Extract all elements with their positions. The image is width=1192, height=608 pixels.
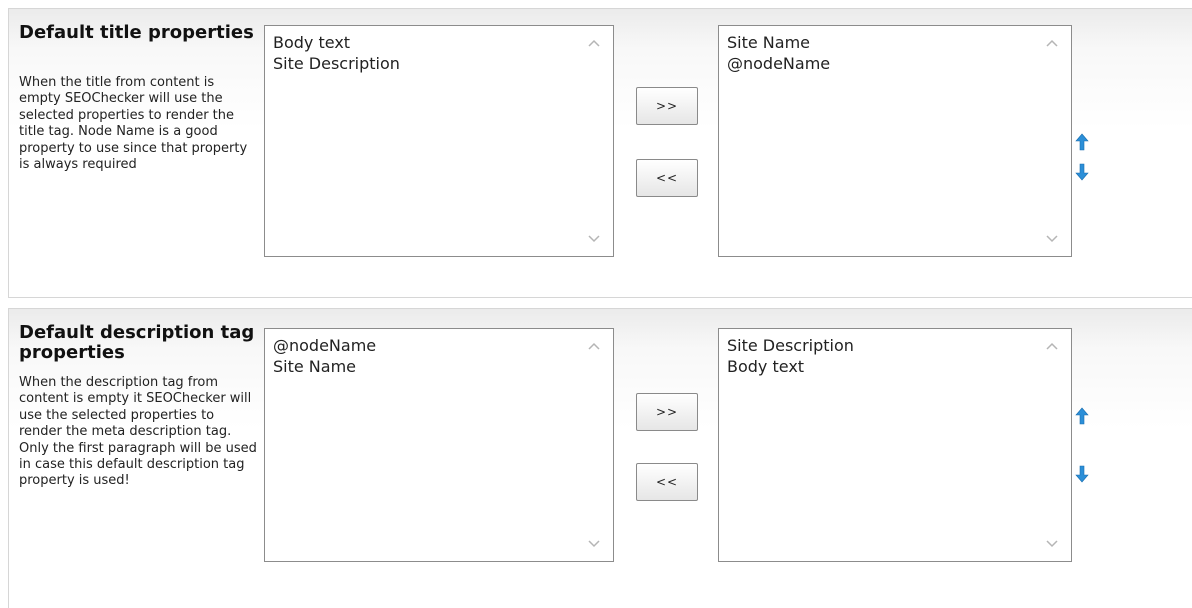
selected-properties-list[interactable]: Site Description Body text [718, 328, 1072, 562]
scroll-up-icon[interactable] [1045, 341, 1059, 351]
scroll-down-icon[interactable] [1045, 539, 1059, 549]
arrow-up-icon[interactable] [1075, 133, 1089, 151]
list-item[interactable]: Body text [273, 32, 607, 53]
list-item[interactable]: @nodeName [727, 53, 1065, 74]
scroll-up-icon[interactable] [587, 341, 601, 351]
section-title: Default title properties [19, 22, 254, 43]
selected-properties-list[interactable]: Site Name @nodeName [718, 25, 1072, 257]
description-properties-panel: Default description tag properties When … [8, 308, 1192, 608]
scroll-up-icon[interactable] [587, 38, 601, 48]
list-item[interactable]: Site Name [727, 32, 1065, 53]
scroll-down-icon[interactable] [587, 234, 601, 244]
scroll-up-icon[interactable] [1045, 38, 1059, 48]
scroll-down-icon[interactable] [587, 539, 601, 549]
section-description: When the description tag from content is… [19, 375, 257, 489]
list-item[interactable]: Site Description [273, 53, 607, 74]
available-properties-list[interactable]: Body text Site Description [264, 25, 614, 257]
arrow-up-icon[interactable] [1075, 407, 1089, 425]
section-description: When the title from content is empty SEO… [19, 75, 248, 173]
remove-property-button[interactable]: << [636, 159, 698, 197]
scroll-down-icon[interactable] [1045, 234, 1059, 244]
add-property-button[interactable]: >> [636, 87, 698, 125]
remove-property-button[interactable]: << [636, 463, 698, 501]
list-item[interactable]: Body text [727, 356, 1065, 377]
section-title: Default description tag properties [19, 322, 255, 363]
arrow-down-icon[interactable] [1075, 465, 1089, 483]
add-property-button[interactable]: >> [636, 393, 698, 431]
arrow-down-icon[interactable] [1075, 163, 1089, 181]
list-item[interactable]: Site Name [273, 356, 607, 377]
list-item[interactable]: @nodeName [273, 335, 607, 356]
list-item[interactable]: Site Description [727, 335, 1065, 356]
title-properties-panel: Default title properties When the title … [8, 8, 1192, 298]
available-properties-list[interactable]: @nodeName Site Name [264, 328, 614, 562]
